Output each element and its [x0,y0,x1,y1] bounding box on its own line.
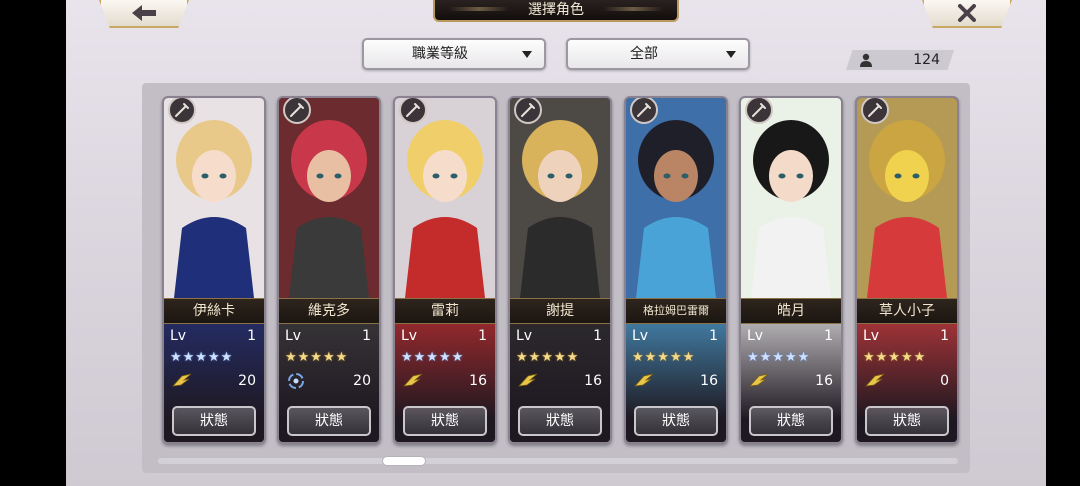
character-card[interactable]: 伊絲卡 Lv 1 ★★★★★ 20 狀態 [162,96,266,444]
sort-dropdown[interactable]: 職業等級 [362,38,546,70]
character-card[interactable]: 草人小子 Lv 1 ★★★★★ 0 狀態 [855,96,959,444]
level-label: Lv [516,328,533,344]
horizontal-scrollbar[interactable] [158,458,958,464]
level-label: Lv [285,328,302,344]
character-card[interactable]: 皓月 Lv 1 ★★★★★ 16 狀態 [739,96,843,444]
power-value: 20 [238,373,256,389]
character-name: 雷莉 [395,298,495,324]
star-rating: ★★★★★ [747,350,811,365]
sort-dropdown-label: 職業等級 [412,46,468,62]
character-name: 皓月 [741,298,841,324]
chevron-down-icon [522,51,532,58]
fist-icon [861,98,889,124]
character-portrait [626,98,726,298]
character-name: 維克多 [279,298,379,324]
level-label: Lv [632,328,649,344]
page-title: 選擇角色 [433,0,679,22]
status-button[interactable]: 狀態 [865,406,949,436]
level-value: 1 [940,328,949,344]
category-dropdown-label: 全部 [630,46,658,62]
level-label: Lv [747,328,764,344]
character-portrait [741,98,841,298]
level-value: 1 [709,328,718,344]
status-button[interactable]: 狀態 [518,406,602,436]
close-icon [958,4,976,22]
star-rating: ★★★★★ [863,350,927,365]
character-card[interactable]: 雷莉 Lv 1 ★★★★★ 16 狀態 [393,96,497,444]
character-stats: Lv 1 ★★★★★ 20 狀態 [279,324,379,442]
character-stats: Lv 1 ★★★★★ 16 狀態 [510,324,610,442]
sword-icon [283,98,311,124]
wing-icon [517,372,538,391]
wing-icon [864,372,885,391]
level-value: 1 [362,328,371,344]
character-stats: Lv 1 ★★★★★ 0 狀態 [857,324,957,442]
character-card[interactable]: 格拉姆巴雷爾 Lv 1 ★★★★★ 16 狀態 [624,96,728,444]
character-portrait [164,98,264,298]
person-icon [860,53,872,67]
character-portrait [279,98,379,298]
spear-icon [514,98,542,124]
level-label: Lv [863,328,880,344]
character-card[interactable]: 謝提 Lv 1 ★★★★★ 16 狀態 [508,96,612,444]
level-value: 1 [593,328,602,344]
axe-icon [399,98,427,124]
character-card[interactable]: 維克多 Lv 1 ★★★★★ 20 狀態 [277,96,381,444]
character-select-screen: 選擇角色 職業等級 全部 124 伊絲卡 Lv 1 ★★★★★ 20 狀態 維克… [66,0,1046,486]
character-portrait [510,98,610,298]
character-name: 謝提 [510,298,610,324]
wing-icon [633,372,654,391]
star-rating: ★★★★★ [632,350,696,365]
level-value: 1 [824,328,833,344]
character-name: 草人小子 [857,298,957,324]
bow-icon [745,98,773,124]
level-value: 1 [247,328,256,344]
status-button[interactable]: 狀態 [172,406,256,436]
star-rating: ★★★★★ [285,350,349,365]
power-value: 16 [584,373,602,389]
wing-icon [402,372,423,391]
star-rating: ★★★★★ [516,350,580,365]
scrollbar-thumb[interactable] [382,456,426,466]
power-value: 16 [815,373,833,389]
close-button[interactable] [922,0,1012,28]
level-value: 1 [478,328,487,344]
status-button[interactable]: 狀態 [287,406,371,436]
star-rating: ★★★★★ [401,350,465,365]
back-button[interactable] [99,0,189,28]
chevron-down-icon [726,51,736,58]
roster-count: 124 [846,50,954,70]
character-stats: Lv 1 ★★★★★ 20 狀態 [164,324,264,442]
character-stats: Lv 1 ★★★★★ 16 狀態 [395,324,495,442]
character-name: 格拉姆巴雷爾 [626,298,726,324]
spear-icon [630,98,658,124]
power-value: 20 [353,373,371,389]
star-rating: ★★★★★ [170,350,234,365]
status-button[interactable]: 狀態 [749,406,833,436]
character-stats: Lv 1 ★★★★★ 16 狀態 [626,324,726,442]
status-button[interactable]: 狀態 [403,406,487,436]
character-portrait [857,98,957,298]
wing-icon [171,372,192,391]
swirl-icon [287,372,305,394]
character-portrait [395,98,495,298]
character-stats: Lv 1 ★★★★★ 16 狀態 [741,324,841,442]
sword-icon [168,98,196,124]
power-value: 16 [700,373,718,389]
roster-count-value: 124 [913,52,940,68]
wing-icon [748,372,769,391]
category-dropdown[interactable]: 全部 [566,38,750,70]
level-label: Lv [170,328,187,344]
level-label: Lv [401,328,418,344]
arrow-left-icon [132,5,156,21]
power-value: 0 [940,373,949,389]
character-name: 伊絲卡 [164,298,264,324]
status-button[interactable]: 狀態 [634,406,718,436]
power-value: 16 [469,373,487,389]
